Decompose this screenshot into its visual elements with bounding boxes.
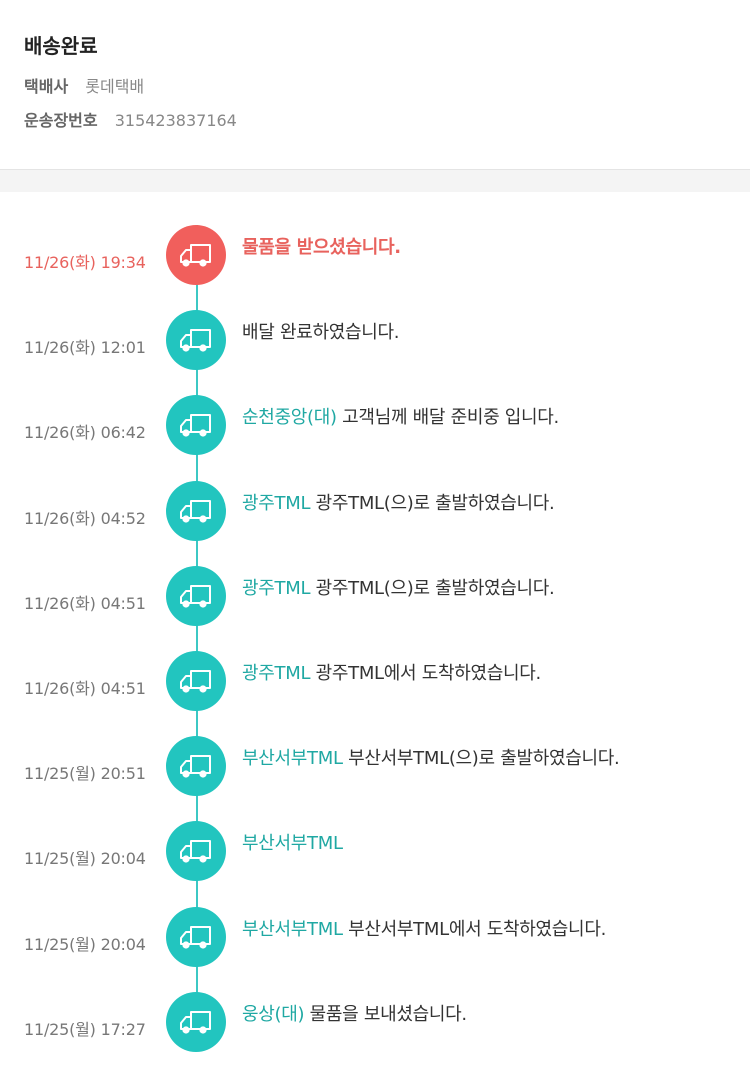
truck-icon <box>178 412 214 438</box>
event-time: 11/25(월) 20:04 <box>24 849 146 868</box>
status-marker <box>166 992 226 1052</box>
section-divider <box>0 170 750 192</box>
event-message: 순천중앙(대) 고객님께 배달 준비중 입니다. <box>242 405 559 431</box>
event-text: 부산서부TML(으)로 출발하였습니다. <box>348 748 620 769</box>
tracking-event: 11/26(화) 04:52 광주TML 광주TML(으)로 출발하였습니다. <box>0 481 750 541</box>
event-message: 배달 완료하였습니다. <box>242 320 399 346</box>
event-time: 11/26(화) 04:51 <box>24 594 146 613</box>
event-text: 고객님께 배달 준비중 입니다. <box>342 407 559 428</box>
tracking-event: 11/25(월) 20:51 부산서부TML 부산서부TML(으)로 출발하였습니… <box>0 736 750 796</box>
tracking-event: 11/26(화) 04:51 광주TML 광주TML(으)로 출발하였습니다. <box>0 566 750 626</box>
event-text: 배달 완료하였습니다. <box>242 322 400 343</box>
truck-icon <box>178 753 214 779</box>
event-time: 11/26(화) 04:52 <box>24 509 146 528</box>
event-location: 부산서부TML <box>242 833 343 854</box>
event-message: 광주TML 광주TML(으)로 출발하였습니다. <box>242 576 555 602</box>
carrier-label: 택배사 <box>24 77 69 96</box>
tracking-timeline: 11/26(화) 19:34 물품을 받으셨습니다. 11/26(화) 12:01 배… <box>0 192 750 1079</box>
truck-icon <box>178 668 214 694</box>
tracking-event: 11/25(월) 20:04 부산서부TML 부산서부TML에서 도착하였습니다. <box>0 907 750 967</box>
status-marker <box>166 651 226 711</box>
tracking-event: 11/26(화) 06:42 순천중앙(대) 고객님께 배달 준비중 입니다. <box>0 395 750 455</box>
tracking-event: 11/26(화) 19:34 물품을 받으셨습니다. <box>0 225 750 285</box>
event-message: 부산서부TML 부산서부TML에서 도착하였습니다. <box>242 917 606 943</box>
truck-icon <box>178 498 214 524</box>
status-marker <box>166 566 226 626</box>
status-marker <box>166 736 226 796</box>
event-time: 11/25(월) 20:04 <box>24 935 146 954</box>
tracking-number-label: 운송장번호 <box>24 111 98 130</box>
event-message: 부산서부TML 부산서부TML(으)로 출발하였습니다. <box>242 746 620 772</box>
tracking-number-row: 운송장번호 315423837164 <box>24 110 726 132</box>
carrier-value: 롯데택배 <box>85 77 145 96</box>
event-text: 광주TML(으)로 출발하였습니다. <box>315 493 555 514</box>
status-marker <box>166 907 226 967</box>
truck-icon <box>178 327 214 353</box>
event-text: 광주TML(으)로 출발하였습니다. <box>315 578 555 599</box>
status-marker <box>166 310 226 370</box>
tracking-event: 11/25(월) 20:04 부산서부TML <box>0 821 750 881</box>
event-text: 부산서부TML에서 도착하였습니다. <box>348 919 607 940</box>
event-message: 광주TML 광주TML(으)로 출발하였습니다. <box>242 491 555 517</box>
event-text: 물품을 받으셨습니다. <box>242 237 401 258</box>
event-location: 광주TML <box>242 578 311 599</box>
status-marker <box>166 395 226 455</box>
event-message: 부산서부TML <box>242 831 343 857</box>
truck-icon <box>178 1009 214 1035</box>
delivery-status-title: 배송완료 <box>24 34 98 58</box>
event-message: 물품을 받으셨습니다. <box>242 235 401 261</box>
event-location: 웅상(대) <box>242 1004 305 1025</box>
status-marker <box>166 481 226 541</box>
event-location: 순천중앙(대) <box>242 407 337 428</box>
status-marker <box>166 821 226 881</box>
event-text: 광주TML에서 도착하였습니다. <box>315 663 542 684</box>
truck-icon <box>178 242 214 268</box>
current-status-marker <box>166 225 226 285</box>
event-location: 광주TML <box>242 493 311 514</box>
truck-icon <box>178 583 214 609</box>
event-message: 광주TML 광주TML에서 도착하였습니다. <box>242 661 541 687</box>
event-time: 11/25(월) 17:27 <box>24 1020 146 1039</box>
event-time: 11/26(화) 06:42 <box>24 423 146 442</box>
truck-icon <box>178 924 214 950</box>
tracking-event: 11/26(화) 12:01 배달 완료하였습니다. <box>0 310 750 370</box>
event-time: 11/25(월) 20:51 <box>24 764 146 783</box>
tracking-event: 11/26(화) 04:51 광주TML 광주TML에서 도착하였습니다. <box>0 651 750 711</box>
tracking-number-value: 315423837164 <box>114 111 237 130</box>
event-time: 11/26(화) 19:34 <box>24 253 146 272</box>
event-text: 물품을 보내셨습니다. <box>309 1004 467 1025</box>
truck-icon <box>178 838 214 864</box>
event-location: 광주TML <box>242 663 311 684</box>
tracking-event: 11/25(월) 17:27 웅상(대) 물품을 보내셨습니다. <box>0 992 750 1052</box>
event-location: 부산서부TML <box>242 748 343 769</box>
event-time: 11/26(화) 12:01 <box>24 338 146 357</box>
delivery-header: 배송완료 택배사 롯데택배 운송장번호 315423837164 <box>0 0 750 170</box>
event-location: 부산서부TML <box>242 919 343 940</box>
event-message: 웅상(대) 물품을 보내셨습니다. <box>242 1002 467 1028</box>
event-time: 11/26(화) 04:51 <box>24 679 146 698</box>
carrier-row: 택배사 롯데택배 <box>24 76 726 98</box>
